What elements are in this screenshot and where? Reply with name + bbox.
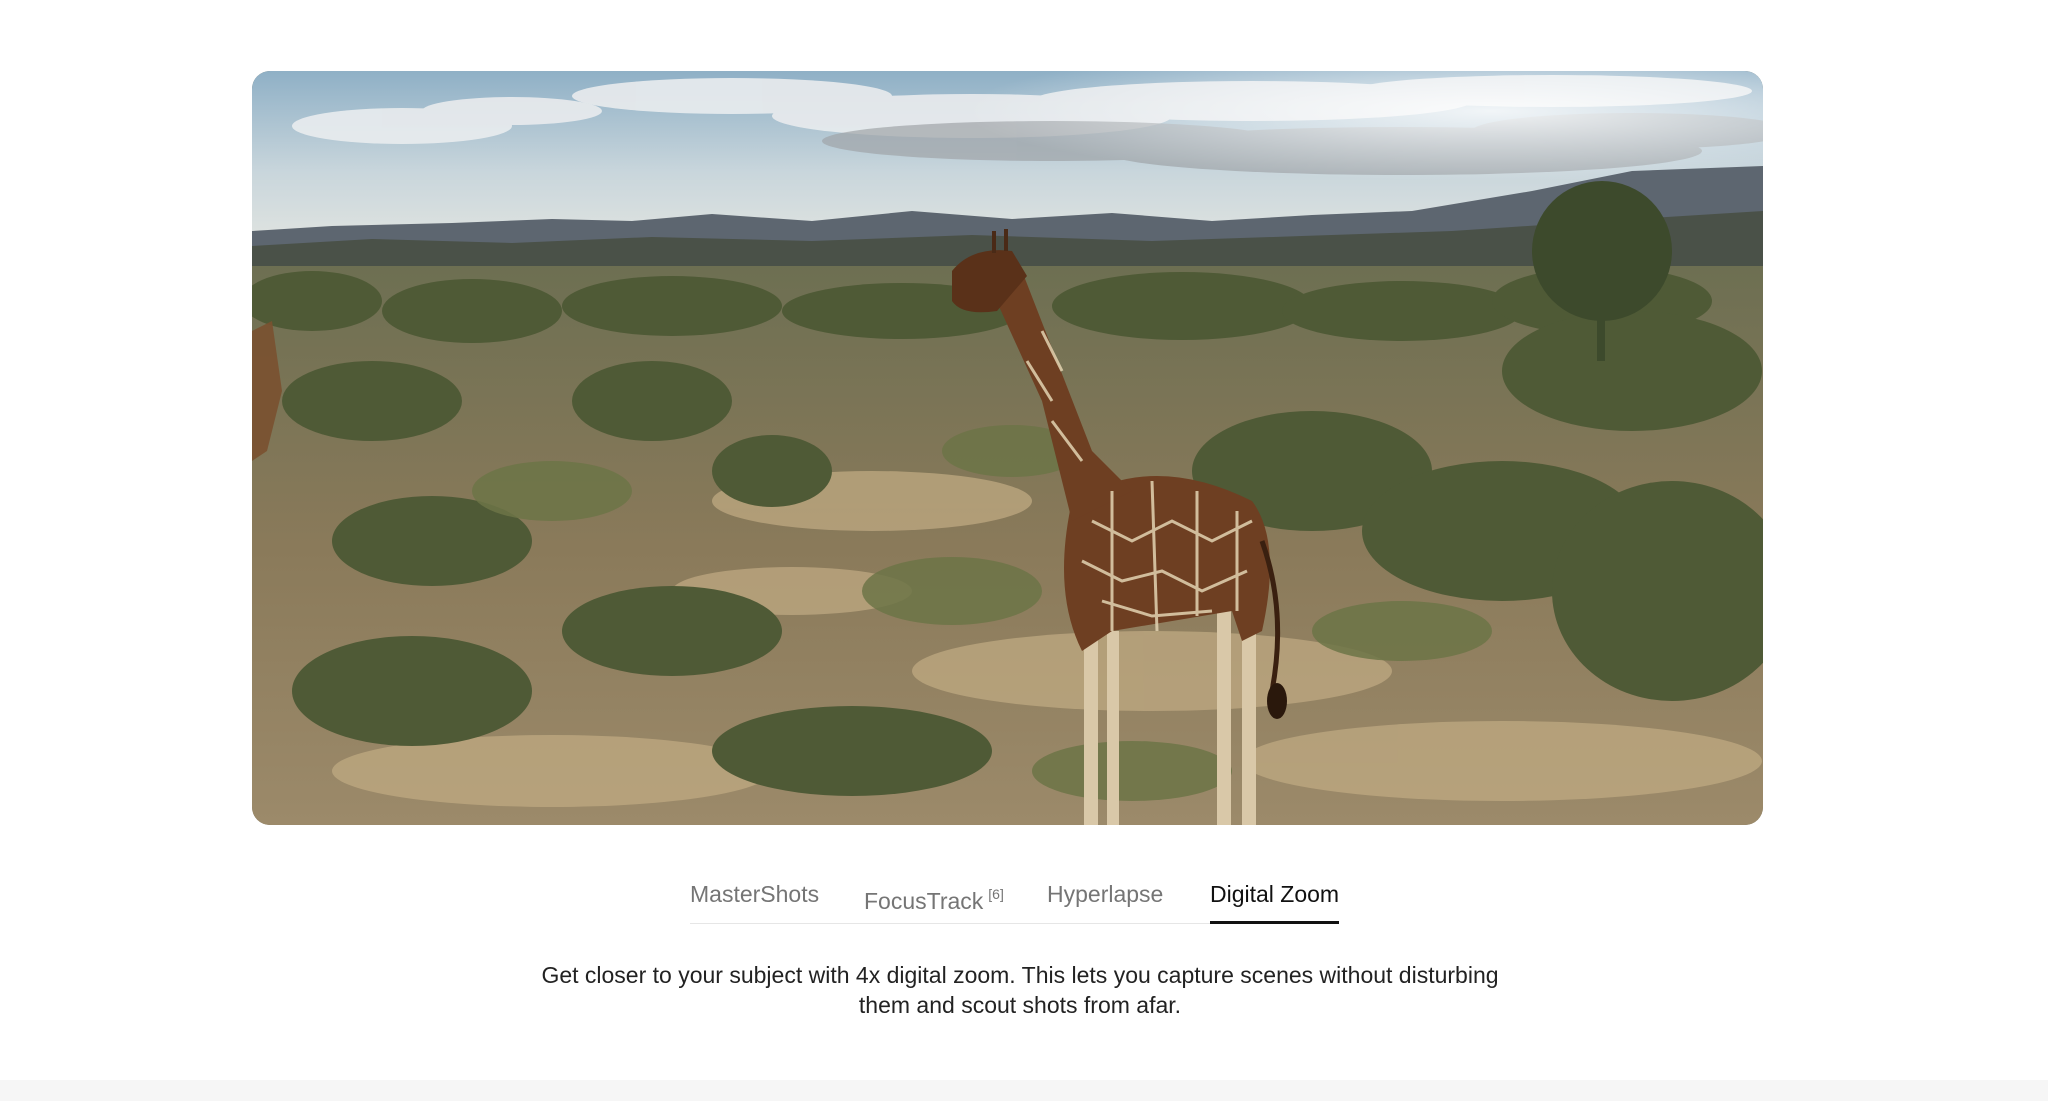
feature-description: Get closer to your subject with 4x digit…: [520, 960, 1520, 1020]
tab-label: Hyperlapse: [1047, 881, 1164, 907]
tab-hyperlapse[interactable]: Hyperlapse: [1047, 872, 1163, 923]
tab-label: FocusTrack: [864, 888, 984, 914]
page: MasterShots FocusTrack [6] Hyperlapse Dig…: [0, 0, 2048, 1101]
feature-video[interactable]: [252, 71, 1763, 825]
footer-band: [0, 1080, 2048, 1101]
description-line-2: them and scout shots from afar.: [858, 992, 1182, 1018]
giraffe-savanna-video-frame: [252, 71, 1763, 825]
description-line-1: Get closer to your subject with 4x digit…: [541, 962, 1499, 988]
footnote-marker[interactable]: [6]: [988, 886, 1004, 902]
tab-label: MasterShots: [690, 881, 820, 907]
tab-focustrack[interactable]: FocusTrack [6]: [864, 872, 1004, 923]
feature-tabs: MasterShots FocusTrack [6] Hyperlapse Dig…: [690, 872, 1340, 924]
tab-mastershots[interactable]: MasterShots: [690, 872, 819, 923]
tab-digital-zoom[interactable]: Digital Zoom: [1210, 872, 1340, 924]
tab-label: Digital Zoom: [1210, 881, 1340, 907]
